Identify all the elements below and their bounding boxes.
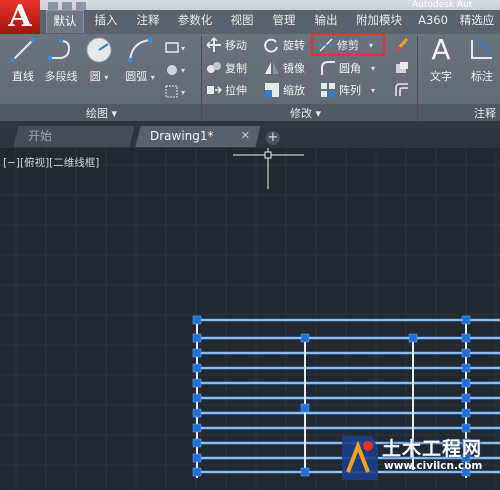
ribbon-tabs: 默认 插入 注释 参数化 视图 管理 输出 附加模块 A360 精选应 [40,10,500,34]
grip-point [192,467,202,477]
tab-drawing1[interactable]: Drawing1* ✕ [135,126,261,147]
site-watermark: 土木工程网 www.civilcn.com [338,428,498,488]
grip-point [192,333,202,343]
line-icon [9,36,37,64]
dimension-icon [468,36,496,64]
line-button[interactable]: 直线 [4,36,42,84]
polyline-icon [47,36,75,64]
copy-icon [206,60,222,76]
scale-button[interactable]: 缩放 [264,80,305,100]
grip-point [192,423,202,433]
scale-icon [264,82,280,98]
arc-icon [126,36,154,64]
offset-icon[interactable] [394,82,410,98]
tab-default[interactable]: 默认 [46,10,84,33]
fillet-button[interactable]: 圆角 ▾ [320,58,375,78]
mirror-icon [264,60,280,76]
trim-highlight-box [311,33,385,56]
window-title: Autodesk Aut [412,0,473,10]
application-menu-button[interactable]: A [0,0,40,34]
grip-point [461,408,471,418]
grip-point [461,378,471,388]
svg-text:▾: ▾ [181,88,185,97]
modify-panel-title[interactable]: 修改 ▾ [202,104,417,121]
draw-panel-title[interactable]: 绘图 ▾ [0,104,201,121]
copy-button[interactable]: 复制 [206,58,247,78]
circle-button[interactable]: 圆 ▾ [80,36,118,84]
grip-point [192,453,202,463]
grip-point [461,333,471,343]
erase-icon[interactable] [394,36,410,52]
grip-point [192,315,202,325]
grip-point [408,333,418,343]
viewport-controls-label[interactable]: [−][俯视][二维线框] [3,155,99,170]
array-button[interactable]: 阵列 ▾ [320,80,375,100]
grip-point [192,378,202,388]
boundary-icon[interactable]: ▾ [165,84,185,100]
arc-button[interactable]: 圆弧 ▾ [120,36,160,84]
tab-insert[interactable]: 插入 [88,10,124,32]
grip-point [192,408,202,418]
dimension-button[interactable]: 标注 [464,36,500,84]
array-icon [320,82,336,98]
watermark-logo-icon [342,436,378,480]
move-icon [206,37,222,53]
svg-text:▾: ▾ [181,66,185,75]
grip-point [300,333,310,343]
rotate-button[interactable]: 旋转 [264,35,305,55]
tab-featured-apps[interactable]: 精选应 [454,10,500,32]
grip-point [461,348,471,358]
polyline-button[interactable]: 多段线 [40,36,82,84]
grip-point [192,393,202,403]
grip-point [461,315,471,325]
grip-point [192,348,202,358]
close-tab-icon[interactable]: ✕ [241,126,250,146]
text-a-icon: A [431,33,451,66]
fillet-icon [320,60,336,76]
crosshair-cursor [233,148,304,189]
tab-parametric[interactable]: 参数化 [172,10,218,32]
grip-point [300,403,310,413]
tab-addins[interactable]: 附加模块 [348,10,410,32]
move-button[interactable]: 移动 [206,35,247,55]
grip-point [300,467,310,477]
text-button[interactable]: A 文字 [424,36,458,84]
explode-icon[interactable] [394,60,410,76]
rotate-icon [264,37,280,53]
stretch-button[interactable]: 拉伸 [206,80,247,100]
annotation-panel-title[interactable]: 注释 [418,104,500,121]
grip-point [461,393,471,403]
stretch-icon [206,82,223,98]
tab-view[interactable]: 视图 [224,10,260,32]
grip-point [192,363,202,373]
tab-output[interactable]: 输出 [308,10,344,32]
tab-a360[interactable]: A360 [416,10,450,32]
tab-manage[interactable]: 管理 [266,10,302,32]
rectangle-icon[interactable]: ▾ [165,40,185,56]
circle-icon [85,36,113,64]
tab-annotate[interactable]: 注释 [130,10,166,32]
grip-point [192,438,202,448]
mirror-button[interactable]: 镜像 [264,58,305,78]
grip-point [461,363,471,373]
new-tab-button[interactable]: + [266,131,280,145]
hatch-icon[interactable]: ▾ [165,62,185,78]
tab-start[interactable]: 开始 [13,126,135,147]
svg-text:▾: ▾ [181,44,185,53]
